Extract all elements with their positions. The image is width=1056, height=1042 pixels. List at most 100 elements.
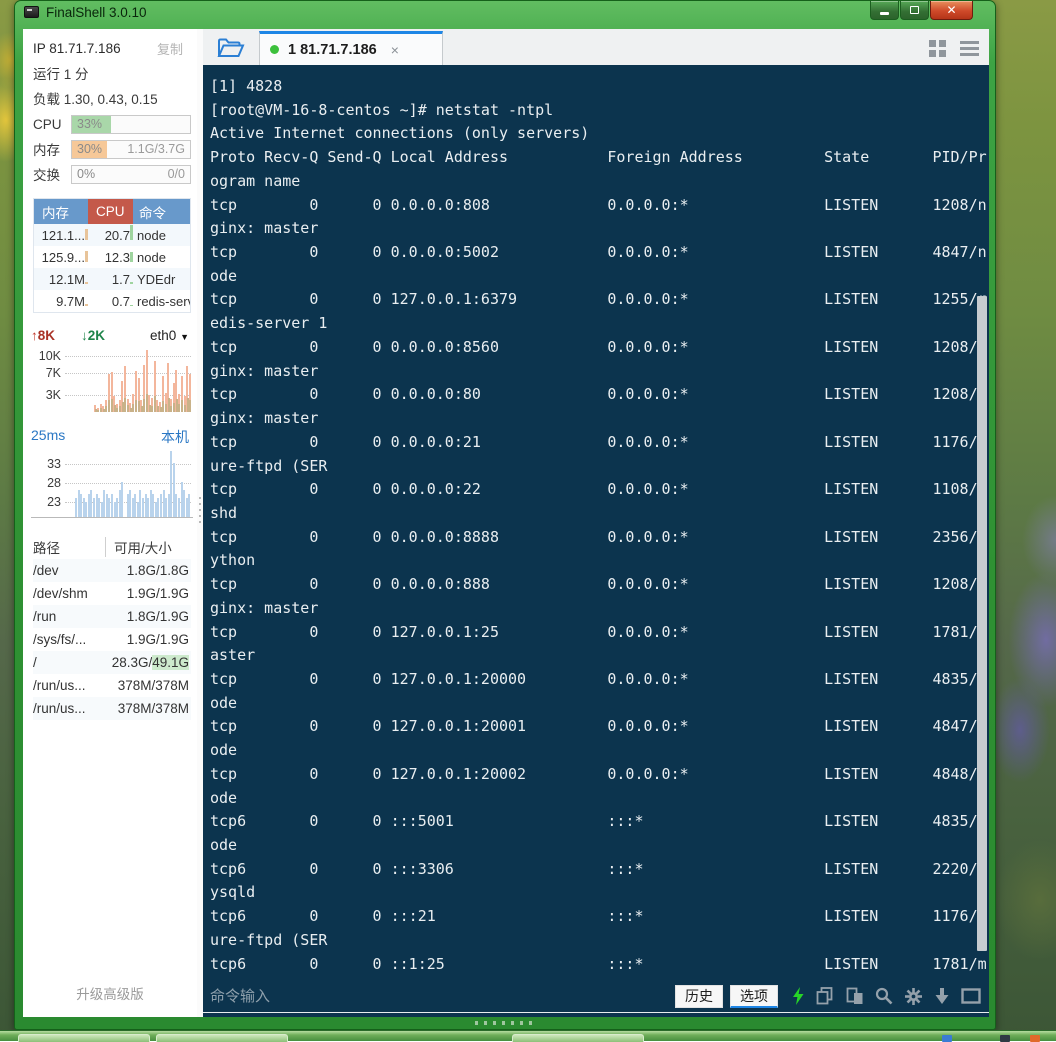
- download-rate: ↓2K: [81, 328, 105, 343]
- command-toolbar: 历史 选项: [203, 981, 989, 1017]
- disk-column-path[interactable]: 路径: [33, 537, 105, 557]
- session-tab[interactable]: 1 81.71.7.186 ×: [259, 31, 443, 65]
- close-button[interactable]: ✕: [930, 1, 973, 20]
- disk-size: 1.9G/1.9G: [111, 632, 191, 647]
- disk-column-size[interactable]: 可用/大小: [105, 537, 191, 557]
- memory-usage-bar: 30% 1.1G/3.7G: [71, 140, 191, 159]
- terminal-output: [1] 4828 [root@VM-16-8-centos ~]# netsta…: [203, 65, 989, 976]
- ping-axis-tick: 28: [31, 476, 61, 490]
- process-memory: 121.1...: [34, 228, 88, 243]
- tab-close-icon[interactable]: ×: [391, 42, 399, 58]
- process-row[interactable]: 12.1M1.7YDEdr: [34, 268, 190, 290]
- process-column-memory[interactable]: 内存: [34, 199, 88, 224]
- net-axis-tick: 10K: [31, 349, 61, 363]
- finalshell-window: FinalShell 3.0.10 ✕ IP 81.71.7.186 复制 运行…: [14, 0, 996, 1030]
- upgrade-link[interactable]: 升级高级版: [23, 983, 197, 1003]
- process-memory: 125.9...: [34, 250, 88, 265]
- ping-target[interactable]: 本机: [161, 427, 193, 449]
- disk-path: /sys/fs/...: [33, 632, 111, 647]
- disk-row[interactable]: /dev1.8G/1.8G: [33, 559, 191, 582]
- minimize-button[interactable]: [870, 1, 899, 20]
- upload-arrow-icon: ↑: [31, 328, 38, 343]
- process-row[interactable]: 121.1...20.7node: [34, 224, 190, 246]
- titlebar[interactable]: FinalShell 3.0.10 ✕: [15, 1, 995, 29]
- process-column-cpu[interactable]: CPU: [88, 199, 133, 224]
- download-arrow-icon: ↓: [81, 328, 88, 343]
- swap-usage-bar: 0% 0/0: [71, 165, 191, 184]
- net-bar: [189, 348, 192, 412]
- fullscreen-window-icon[interactable]: [961, 988, 981, 1004]
- cpu-tick-bar: [130, 225, 133, 240]
- cpu-tick-bar: [130, 282, 133, 283]
- copy-ip-button[interactable]: 复制: [157, 39, 191, 58]
- disk-row[interactable]: /dev/shm1.9G/1.9G: [33, 582, 191, 605]
- process-cpu: 0.7: [88, 294, 133, 309]
- disk-row[interactable]: /run/us...378M/378M: [33, 697, 191, 720]
- ping-axis-tick: 33: [31, 457, 61, 471]
- disk-path: /dev: [33, 563, 111, 578]
- memory-gauge-row: 内存 30% 1.1G/3.7G: [33, 138, 191, 160]
- desktop-background: FinalShell 3.0.10 ✕ IP 81.71.7.186 复制 运行…: [0, 0, 1056, 1041]
- realtime-speed-icon[interactable]: [791, 987, 805, 1005]
- connection-status-dot: [270, 45, 279, 54]
- swap-percent: 0%: [77, 167, 95, 181]
- disk-row[interactable]: /run1.8G/1.9G: [33, 605, 191, 628]
- window-resize-grip[interactable]: [475, 1021, 535, 1025]
- options-button[interactable]: 选项: [730, 985, 778, 1008]
- disk-size: 28.3G/49.1G: [111, 655, 191, 670]
- search-icon[interactable]: [875, 987, 893, 1005]
- disk-path: /: [33, 655, 111, 670]
- network-traffic-chart: 10K7K3K: [31, 348, 193, 412]
- process-memory: 9.7M: [34, 294, 88, 309]
- server-ip-label: IP 81.71.7.186: [33, 41, 121, 56]
- tab-bar: 1 81.71.7.186 ×: [203, 29, 989, 65]
- close-icon: ✕: [946, 4, 956, 16]
- ping-axis-tick: 23: [31, 495, 61, 509]
- settings-gear-icon[interactable]: [904, 987, 923, 1006]
- cpu-label: CPU: [33, 117, 71, 132]
- upload-rate: ↑8K: [31, 328, 55, 343]
- disk-row[interactable]: /run/us...378M/378M: [33, 674, 191, 697]
- minimize-icon: [880, 12, 889, 15]
- disk-row[interactable]: /28.3G/49.1G: [33, 651, 191, 674]
- menu-button[interactable]: [960, 41, 979, 56]
- command-input[interactable]: [210, 988, 668, 1005]
- swap-detail: 0/0: [168, 167, 185, 181]
- open-connections-button[interactable]: [203, 30, 259, 65]
- download-icon[interactable]: [934, 987, 950, 1005]
- system-monitor-sidebar: IP 81.71.7.186 复制 运行 1 分 负载 1.30, 0.43, …: [23, 29, 197, 1017]
- session-tab-label: 1 81.71.7.186: [288, 42, 377, 58]
- disk-size: 1.9G/1.9G: [111, 586, 191, 601]
- ping-bar: [188, 452, 191, 517]
- paste-icon[interactable]: [846, 987, 864, 1005]
- memory-label: 内存: [33, 139, 71, 159]
- disk-row[interactable]: /sys/fs/...1.9G/1.9G: [33, 628, 191, 651]
- swap-label: 交换: [33, 164, 71, 184]
- network-panel: ↑8K ↓2K eth0 ▼ 10K7K3K: [31, 325, 193, 412]
- terminal-scrollbar[interactable]: [977, 296, 987, 951]
- ping-panel: 25ms 本机 332823: [31, 427, 193, 518]
- memory-percent: 30%: [77, 142, 102, 156]
- app-icon: [24, 6, 39, 18]
- terminal-screen[interactable]: [1] 4828 [root@VM-16-8-centos ~]# netsta…: [203, 65, 989, 981]
- history-button[interactable]: 历史: [675, 985, 723, 1008]
- disk-path: /run: [33, 609, 111, 624]
- interface-select[interactable]: eth0 ▼: [150, 328, 193, 343]
- maximize-button[interactable]: [900, 1, 929, 20]
- cpu-percent: 33%: [77, 117, 102, 131]
- process-row[interactable]: 9.7M0.7redis-serv: [34, 290, 190, 312]
- memory-detail: 1.1G/3.7G: [127, 142, 185, 156]
- disk-size: 1.8G/1.8G: [111, 563, 191, 578]
- maximize-icon: [910, 6, 919, 14]
- process-memory: 12.1M: [34, 272, 88, 287]
- taskbar: [0, 1030, 1056, 1041]
- process-table: 内存 CPU 命令 121.1...20.7node125.9...12.3no…: [33, 198, 191, 313]
- cpu-tick-bar: [130, 305, 133, 306]
- process-row[interactable]: 125.9...12.3node: [34, 246, 190, 268]
- layout-grid-button[interactable]: [929, 40, 946, 57]
- process-column-command[interactable]: 命令: [133, 199, 190, 224]
- disk-size: 378M/378M: [111, 701, 191, 716]
- process-command: YDEdr: [133, 272, 190, 287]
- disk-path: /dev/shm: [33, 586, 111, 601]
- copy-icon[interactable]: [816, 987, 835, 1005]
